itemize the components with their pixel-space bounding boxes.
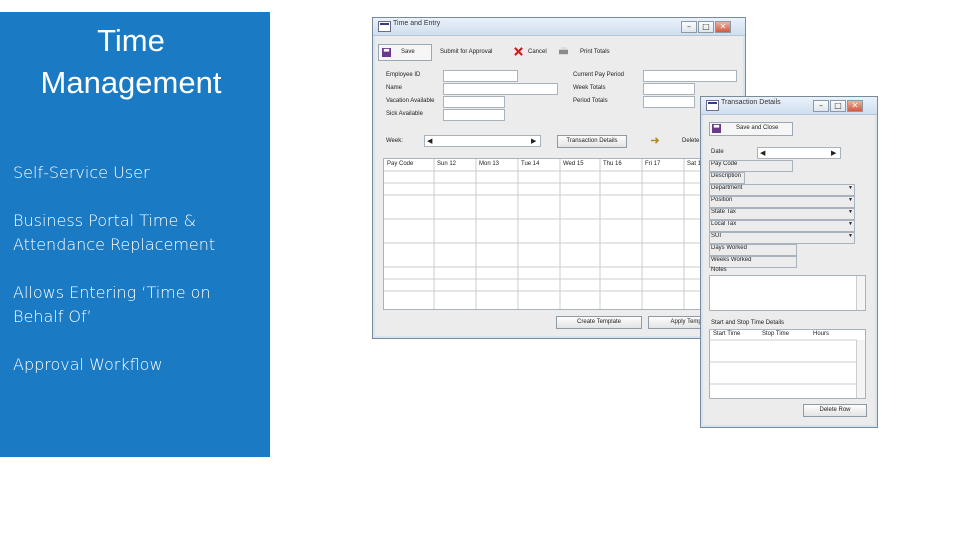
vacation-field (443, 96, 505, 108)
grid-header: Sun 12 (437, 161, 457, 167)
date-label: Date (711, 149, 724, 155)
transaction-details-window: Transaction Details – □ ✕ Save and Close… (700, 96, 878, 428)
minimize-button[interactable]: – (681, 21, 697, 33)
maximize-button[interactable]: □ (698, 21, 714, 33)
time-entry-window: Time and Entry – □ ✕ Save Submit for App… (372, 17, 746, 339)
period-totals-label: Period Totals (573, 98, 608, 104)
cancel-icon (514, 47, 523, 56)
days-worked-field[interactable] (709, 244, 797, 256)
window-title: Transaction Details (721, 99, 781, 106)
grid-header: Thu 16 (603, 161, 622, 167)
notes-textarea[interactable] (709, 275, 866, 311)
slide-title-line1: Time (97, 23, 165, 58)
window-titlebar: Time and Entry – □ ✕ (373, 18, 745, 36)
printer-icon (559, 47, 568, 55)
transaction-details-button[interactable]: Transaction Details (557, 135, 627, 148)
grid-header: Mon 13 (479, 161, 500, 167)
pay-code-field[interactable] (709, 160, 793, 172)
employee-id-field[interactable] (443, 70, 518, 82)
minimize-button[interactable]: – (813, 100, 829, 112)
date-selector[interactable]: ◀ ▶ (757, 147, 841, 159)
department-dropdown[interactable]: ▼ (709, 184, 855, 196)
grid-lines (384, 159, 739, 309)
current-period-label: Current Pay Period (573, 72, 625, 78)
delete-arrow-icon (651, 137, 660, 144)
prev-date-icon[interactable]: ◀ (760, 149, 765, 157)
close-button[interactable]: ✕ (847, 100, 863, 112)
app-icon (706, 100, 719, 111)
shift-section-label: Start and Stop Time Details (711, 320, 785, 326)
slide-title-line2: Management (40, 65, 222, 100)
save-close-label: Save and Close (736, 125, 779, 131)
sick-field (443, 109, 505, 121)
cancel-button[interactable]: Cancel (528, 49, 547, 55)
save-icon (382, 48, 391, 57)
shift-scrollbar[interactable] (856, 340, 865, 398)
window-title: Time and Entry (393, 20, 441, 27)
title-panel: Time Management Self-Service User Busine… (0, 12, 270, 457)
transaction-fields: Pay Code Description Department ▼ Positi… (709, 160, 855, 268)
notes-scrollbar[interactable] (856, 276, 865, 310)
delete-row-button[interactable]: Delete Row (803, 404, 867, 417)
current-period-field (643, 70, 737, 82)
chevron-down-icon: ▼ (848, 185, 853, 191)
bullet-item: Approval Workflow (13, 355, 163, 374)
window-titlebar: Transaction Details – □ ✕ (701, 97, 877, 115)
position-dropdown[interactable]: ▼ (709, 196, 855, 208)
name-field (443, 83, 558, 95)
grid-header: Wed 15 (563, 161, 584, 167)
description-field[interactable] (709, 172, 745, 184)
shift-grid-lines (710, 339, 857, 385)
next-date-icon[interactable]: ▶ (831, 149, 836, 157)
next-week-icon[interactable]: ▶ (531, 137, 536, 145)
save-icon (712, 124, 721, 133)
week-totals-field (643, 83, 695, 95)
employee-id-label: Employee ID (386, 72, 421, 78)
close-button[interactable]: ✕ (715, 21, 731, 33)
chevron-down-icon: ▼ (848, 221, 853, 227)
delete-row-label: Delete Row (819, 407, 851, 413)
state-tax-dropdown[interactable]: ▼ (709, 208, 855, 220)
week-selector[interactable]: ◀ ▶ (424, 135, 541, 147)
save-close-button[interactable]: Save and Close (709, 122, 793, 136)
sick-label: Sick Available (386, 111, 423, 117)
save-button[interactable]: Save (378, 44, 432, 61)
local-tax-dropdown[interactable]: ▼ (709, 220, 855, 232)
grid-header: Pay Code (387, 161, 414, 167)
shift-grid[interactable]: Start Time Stop Time Hours (709, 329, 866, 399)
week-totals-label: Week Totals (573, 85, 606, 91)
period-totals-field (643, 96, 695, 108)
chevron-down-icon: ▼ (848, 197, 853, 203)
create-template-button[interactable]: Create Template (556, 316, 642, 329)
week-label: Week: (386, 138, 403, 144)
grid-header: Tue 14 (521, 161, 540, 167)
chevron-down-icon: ▼ (848, 209, 853, 215)
app-icon (378, 21, 391, 32)
grid-header: Fri 17 (645, 161, 661, 167)
time-grid[interactable]: Pay Code Sun 12 Mon 13 Tue 14 Wed 15 Thu… (383, 158, 740, 310)
submit-approval-button[interactable]: Submit for Approval (440, 49, 492, 55)
notes-label: Notes (711, 267, 727, 273)
sui-dropdown[interactable]: ▼ (709, 232, 855, 244)
save-label: Save (401, 49, 415, 55)
bullet-item: Self-Service User (13, 163, 150, 182)
chevron-down-icon: ▼ (848, 233, 853, 239)
name-label: Name (386, 85, 403, 91)
prev-week-icon[interactable]: ◀ (427, 137, 432, 145)
slide-title: Time Management (0, 20, 262, 104)
maximize-button[interactable]: □ (830, 100, 846, 112)
print-totals-button[interactable]: Print Totals (580, 49, 610, 55)
bullet-item: Allows Entering ‘Time on Behalf Of’ (13, 283, 211, 326)
vacation-label: Vacation Available (386, 98, 435, 104)
delete-button[interactable]: Delete (682, 138, 699, 144)
bullet-item: Business Portal Time & Attendance Replac… (13, 211, 216, 254)
